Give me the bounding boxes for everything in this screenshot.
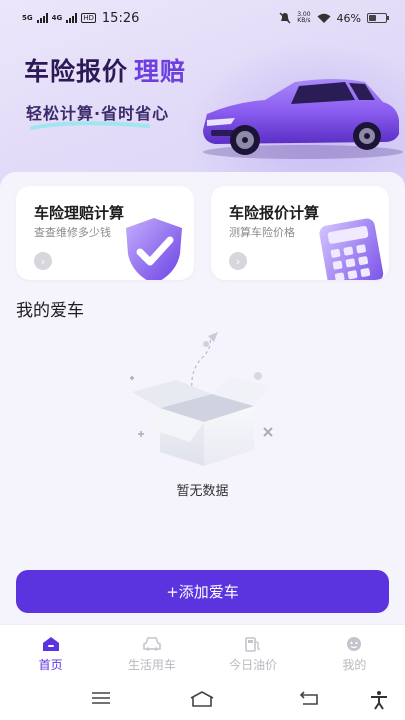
swoosh-decoration (30, 121, 150, 130)
add-car-button[interactable]: +添加爱车 (16, 570, 389, 613)
signal-icon-2 (66, 13, 78, 23)
empty-box-illustration (130, 332, 273, 466)
network-indicator-5g: 5G (22, 13, 33, 22)
tab-profile[interactable]: 我的 (304, 625, 405, 680)
tab-label: 今日油价 (229, 658, 278, 672)
card-description: 查查维修多少钱 (34, 226, 111, 239)
signal-icon (36, 13, 48, 23)
tab-label: 首页 (38, 658, 63, 672)
tab-label: 我的 (342, 658, 367, 672)
tab-home[interactable]: 首页 (0, 625, 101, 680)
empty-state-text: 暂无数据 (176, 484, 229, 499)
card-title: 车险报价计算 (229, 204, 320, 222)
battery-percent: 46% (336, 11, 361, 25)
accessibility-icon[interactable] (370, 690, 388, 710)
profile-icon (347, 637, 362, 651)
tab-label: 生活用车 (127, 658, 176, 672)
quote-calculator-card[interactable]: 车险报价计算 测算车险价格 › (211, 186, 389, 280)
claim-calculator-card[interactable]: 车险理赔计算 查查维修多少钱 › (16, 186, 194, 280)
hd-indicator: HD (81, 13, 96, 23)
shield-check-icon (126, 218, 182, 280)
back-icon[interactable] (299, 690, 319, 706)
battery-icon (367, 13, 389, 23)
system-navigation-bar (0, 680, 405, 720)
wifi-icon (317, 13, 331, 23)
arrow-right-icon: › (229, 252, 247, 270)
car-icon (143, 637, 161, 651)
arrow-right-icon: › (34, 252, 52, 270)
card-title: 车险理赔计算 (34, 204, 125, 222)
hero-title: 车险报价 理赔 (24, 57, 187, 86)
bottom-tab-bar: 首页 生活用车 今日油价 我的 (0, 624, 405, 680)
tab-fuel-price[interactable]: 今日油价 (203, 625, 304, 680)
purple-car-illustration (203, 79, 403, 159)
menu-icon[interactable] (91, 690, 111, 706)
network-indicator-4g: 4G (51, 13, 63, 22)
status-bar: 5G 4G HD 15:26 3.00 KB/s 46% (0, 0, 405, 36)
home-nav-icon[interactable] (189, 690, 215, 708)
home-icon (42, 637, 59, 651)
card-description: 测算车险价格 (229, 226, 295, 239)
fuel-icon (245, 637, 261, 652)
tab-life-car[interactable]: 生活用车 (101, 625, 202, 680)
network-speed: 3.00 KB/s (297, 11, 311, 24)
clock: 15:26 (101, 10, 140, 26)
mute-icon (279, 12, 291, 24)
calculator-icon (319, 218, 384, 280)
my-car-title: 我的爱车 (16, 301, 84, 321)
